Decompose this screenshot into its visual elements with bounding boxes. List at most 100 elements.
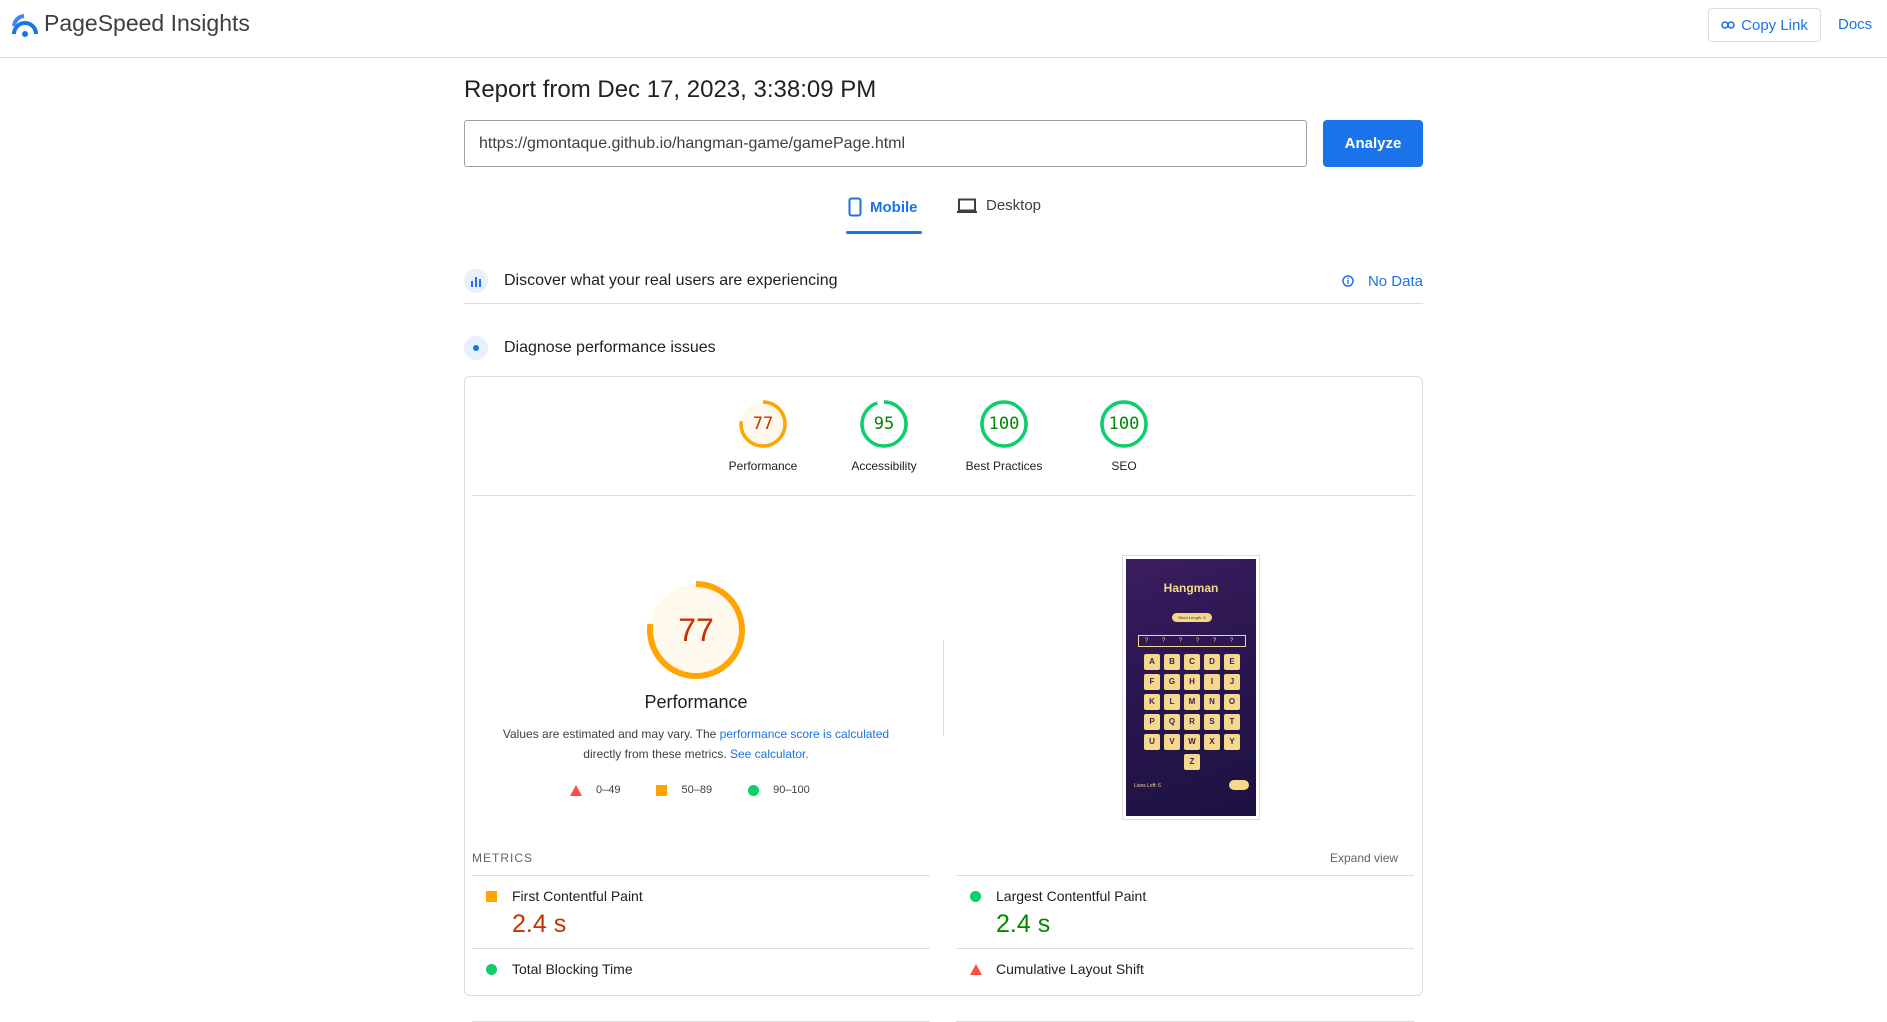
phone-preview: Hangman Word Length: 6 ? ? ? ? ? ? ABCDE… bbox=[1126, 559, 1256, 816]
preview-keyboard: ABCDE FGHIJ KLMNO PQRST UVWXY Z bbox=[1144, 654, 1240, 770]
preview-key: G bbox=[1164, 674, 1180, 690]
brand-title[interactable]: PageSpeed Insights bbox=[44, 10, 250, 37]
circle-icon bbox=[748, 784, 760, 796]
no-data-label: No Data bbox=[1367, 272, 1423, 290]
preview-key: N bbox=[1204, 694, 1220, 710]
preview-key: K bbox=[1144, 694, 1160, 710]
note-text: directly from these metrics. bbox=[583, 747, 730, 761]
metric-name: Total Blocking Time bbox=[512, 961, 633, 977]
preview-footer: Lives Left: 6 bbox=[1134, 783, 1161, 789]
gauges-divider bbox=[472, 495, 1415, 496]
preview-key: Y bbox=[1224, 734, 1240, 750]
metric-cls: Cumulative Layout Shift bbox=[956, 949, 1414, 1022]
legend-fail: 0–49 bbox=[570, 784, 620, 796]
analyze-button[interactable]: Analyze bbox=[1323, 120, 1423, 167]
expand-view-button[interactable]: Expand view bbox=[1330, 851, 1398, 865]
preview-key: J bbox=[1224, 674, 1240, 690]
performance-note: Values are estimated and may vary. The p… bbox=[490, 724, 902, 764]
preview-key: Z bbox=[1184, 754, 1200, 770]
info-icon bbox=[1342, 275, 1354, 287]
preview-title: Hangman bbox=[1163, 581, 1219, 595]
preview-key: W bbox=[1184, 734, 1200, 750]
tab-desktop[interactable]: Desktop bbox=[956, 197, 1041, 214]
score-gauge-seo[interactable]: 100 SEO bbox=[1064, 399, 1184, 473]
preview-key: L bbox=[1164, 694, 1180, 710]
pagespeed-logo-icon[interactable] bbox=[12, 12, 38, 38]
report-title: Report from Dec 17, 2023, 3:38:09 PM bbox=[464, 76, 877, 103]
preview-key: Q bbox=[1164, 714, 1180, 730]
tab-mobile[interactable]: Mobile bbox=[848, 197, 918, 217]
score-value: 100 bbox=[1108, 414, 1140, 434]
laptop-icon bbox=[957, 198, 977, 213]
lab-data-title: Diagnose performance issues bbox=[504, 339, 716, 356]
score-gauge-performance[interactable]: 77 Performance bbox=[703, 399, 823, 473]
score-gauge-best-practices[interactable]: 100 Best Practices bbox=[944, 399, 1064, 473]
score-label: SEO bbox=[1111, 459, 1137, 473]
metric-value: 2.4 s bbox=[512, 910, 567, 938]
score-value: 95 bbox=[873, 414, 895, 434]
preview-key: O bbox=[1224, 694, 1240, 710]
metric-tbt: Total Blocking Time bbox=[472, 949, 930, 1022]
performance-score: 77 bbox=[678, 612, 714, 648]
docs-link[interactable]: Docs bbox=[1838, 16, 1872, 33]
phone-icon bbox=[848, 197, 862, 217]
preview-key: I bbox=[1204, 674, 1220, 690]
url-input[interactable] bbox=[464, 120, 1307, 167]
preview-key: C bbox=[1184, 654, 1200, 670]
metrics-column-left: First Contentful Paint 2.4 s Total Block… bbox=[472, 875, 930, 1022]
preview-pill: Word Length: 6 bbox=[1172, 613, 1212, 622]
metrics-heading: METRICS bbox=[472, 851, 533, 865]
preview-key: S bbox=[1204, 714, 1220, 730]
preview-key: U bbox=[1144, 734, 1160, 750]
diagnose-icon bbox=[464, 336, 488, 360]
copy-link-button[interactable]: Copy Link bbox=[1708, 8, 1821, 42]
square-icon bbox=[486, 891, 497, 902]
preview-key: H bbox=[1184, 674, 1200, 690]
field-data-section: Discover what your real users are experi… bbox=[464, 259, 1423, 304]
triangle-icon bbox=[570, 784, 582, 796]
score-legend: 0–49 50–89 90–100 bbox=[570, 784, 846, 796]
preview-key: R bbox=[1184, 714, 1200, 730]
vertical-separator bbox=[943, 640, 944, 736]
top-bar: PageSpeed Insights Copy Link Docs bbox=[0, 0, 1887, 58]
tab-desktop-label: Desktop bbox=[986, 197, 1042, 214]
triangle-icon bbox=[970, 964, 982, 975]
score-value: 77 bbox=[752, 414, 774, 434]
no-data-link[interactable]: No Data bbox=[1342, 273, 1423, 290]
legend-pass: 90–100 bbox=[748, 784, 810, 796]
score-value: 100 bbox=[988, 414, 1020, 434]
score-label: Best Practices bbox=[965, 459, 1043, 473]
score-label: Accessibility bbox=[851, 459, 917, 473]
legend-average: 50–89 bbox=[656, 784, 712, 796]
copy-link-label: Copy Link bbox=[1741, 16, 1808, 34]
preview-key: X bbox=[1204, 734, 1220, 750]
metric-name: Largest Contentful Paint bbox=[996, 888, 1147, 904]
note-text: Values are estimated and may vary. The bbox=[502, 727, 720, 741]
metric-fcp: First Contentful Paint 2.4 s bbox=[472, 876, 930, 949]
see-calculator-link[interactable]: See calculator. bbox=[730, 747, 809, 761]
active-tab-indicator bbox=[846, 231, 922, 234]
metric-name: First Contentful Paint bbox=[512, 888, 643, 904]
preview-key: A bbox=[1144, 654, 1160, 670]
preview-key: P bbox=[1144, 714, 1160, 730]
preview-key: F bbox=[1144, 674, 1160, 690]
tab-mobile-label: Mobile bbox=[870, 198, 918, 216]
metric-value: 2.4 s bbox=[996, 910, 1051, 938]
score-gauge-accessibility[interactable]: 95 Accessibility bbox=[824, 399, 944, 473]
preview-key: V bbox=[1164, 734, 1180, 750]
preview-key: D bbox=[1204, 654, 1220, 670]
users-chart-icon bbox=[464, 269, 488, 293]
preview-key: T bbox=[1224, 714, 1240, 730]
score-calc-link[interactable]: performance score is calculated bbox=[720, 727, 889, 741]
metric-lcp: Largest Contentful Paint 2.4 s bbox=[956, 876, 1414, 949]
lab-data-section: Diagnose performance issues bbox=[464, 332, 1423, 364]
preview-slots: ? ? ? ? ? ? bbox=[1138, 635, 1246, 647]
score-label: Performance bbox=[728, 459, 798, 473]
preview-key: B bbox=[1164, 654, 1180, 670]
final-screenshot[interactable]: Hangman Word Length: 6 ? ? ? ? ? ? ABCDE… bbox=[1122, 555, 1260, 820]
performance-title: Performance bbox=[644, 692, 748, 712]
circle-icon bbox=[970, 891, 981, 902]
circle-icon bbox=[486, 964, 497, 975]
field-data-title: Discover what your real users are experi… bbox=[504, 272, 838, 289]
metrics-column-right: Largest Contentful Paint 2.4 s Cumulativ… bbox=[956, 875, 1414, 1022]
